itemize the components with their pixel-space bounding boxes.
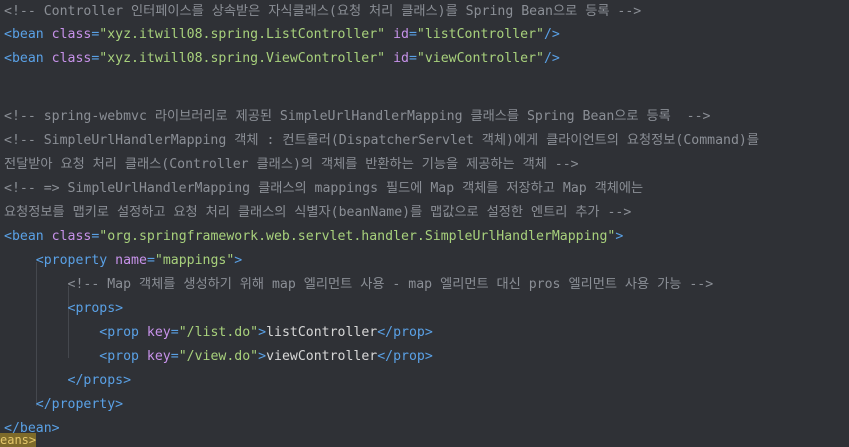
code-token: "/list.do" <box>178 325 259 341</box>
code-token: 전달받아 요청 처리 클래스(Controller 클래스)의 객체를 반환하는… <box>4 157 579 173</box>
code-token: = <box>146 253 155 269</box>
code-token: <bean <box>4 50 52 66</box>
code-token: <prop <box>99 325 147 341</box>
code-token: <props> <box>67 301 124 317</box>
code-line[interactable]: <bean class = "xyz.itwill08.spring.ViewCon… <box>4 47 560 71</box>
code-line[interactable]: <property name="mappings"> <box>4 249 242 273</box>
code-token: <bean <box>4 26 52 42</box>
code-line[interactable]: <prop key="/view.do">viewController</pro… <box>4 345 433 369</box>
code-token: </prop> <box>377 349 433 365</box>
code-line[interactable]: <bean class = "xyz.itwill08.spring.ListCon… <box>4 23 560 47</box>
code-token: class <box>51 229 92 245</box>
code-editor[interactable]: <!-- Controller 인터페이스를 상속받은 자식클래스(요청 처리 … <box>0 0 849 447</box>
code-token: "/view.do" <box>178 349 259 365</box>
code-line[interactable]: <!-- SimpleUrlHandlerMapping 객체 : 컨트롤러(D… <box>4 129 759 153</box>
code-token: </props> <box>67 373 132 389</box>
code-token: > <box>258 325 267 341</box>
code-token: > <box>234 253 243 269</box>
code-token: = <box>170 349 179 365</box>
code-line[interactable]: <props> <box>4 297 124 321</box>
code-token: <!-- Map 객체를 생성하기 위해 map 엘리먼트 사용 - map 엘… <box>67 277 714 293</box>
code-line[interactable]: </props> <box>4 369 132 393</box>
code-token: "mappings" <box>154 253 235 269</box>
code-token: <!-- Controller 인터페이스를 상속받은 자식클래스(요청 처리 … <box>4 4 642 19</box>
code-token: "xyz.itwill08.spring.ListController" <box>99 26 386 42</box>
code-token: </prop> <box>377 325 433 341</box>
code-token: key <box>146 325 171 341</box>
code-token: </property> <box>35 397 124 413</box>
code-token: id <box>393 50 409 66</box>
code-token: "listController" <box>416 26 544 42</box>
code-line[interactable]: <!-- spring-webmvc 라이브러리로 제공된 SimpleUrlH… <box>4 105 710 129</box>
code-line[interactable]: 전달받아 요청 처리 클래스(Controller 클래스)의 객체를 반환하는… <box>4 153 579 177</box>
code-token: <bean <box>4 229 52 245</box>
code-token: key <box>146 349 171 365</box>
code-token: name <box>115 253 147 269</box>
code-token: <!-- SimpleUrlHandlerMapping 객체 : 컨트롤러(D… <box>4 133 759 149</box>
code-line[interactable]: <!-- => SimpleUrlHandlerMapping 클래스의 map… <box>4 177 643 201</box>
code-token: = <box>408 50 417 66</box>
code-token: "org.springframework.web.servlet.handler… <box>99 229 616 245</box>
code-token: = <box>408 26 417 42</box>
code-token: "xyz.itwill08.spring.ViewController" <box>99 50 386 66</box>
code-token: /> <box>543 26 560 42</box>
code-token: class <box>51 26 92 42</box>
code-token: <!-- => SimpleUrlHandlerMapping 클래스의 map… <box>4 181 644 197</box>
code-line[interactable]: </property> <box>4 393 123 417</box>
closing-beans-tag: eans> <box>0 433 36 447</box>
code-token: <!-- spring-webmvc 라이브러리로 제공된 SimpleUrlH… <box>4 109 711 125</box>
code-line[interactable]: <bean class="org.springframework.web.ser… <box>4 225 623 249</box>
code-token: > <box>615 229 624 245</box>
code-token: <property <box>35 253 116 269</box>
code-token: "viewController" <box>416 50 544 66</box>
code-token: viewController <box>266 349 378 365</box>
code-line[interactable]: <!-- Controller 인터페이스를 상속받은 자식클래스(요청 처리 … <box>4 0 641 24</box>
code-token: > <box>258 349 267 365</box>
code-token: = <box>170 325 179 341</box>
code-token: id <box>393 26 409 42</box>
closing-beans-text: eans> <box>0 433 36 447</box>
code-token: <prop <box>99 349 147 365</box>
code-line[interactable]: <prop key="/list.do">listController</pro… <box>4 321 433 345</box>
code-token: 요청정보를 맵키로 설정하고 요청 처리 클래스의 식별자(beanName)를… <box>4 205 632 221</box>
code-token: listController <box>266 325 378 341</box>
code-token: /> <box>543 50 560 66</box>
code-token: class <box>51 50 92 66</box>
code-line[interactable]: 요청정보를 맵키로 설정하고 요청 처리 클래스의 식별자(beanName)를… <box>4 201 631 225</box>
code-line[interactable]: <!-- Map 객체를 생성하기 위해 map 엘리먼트 사용 - map 엘… <box>4 273 714 297</box>
